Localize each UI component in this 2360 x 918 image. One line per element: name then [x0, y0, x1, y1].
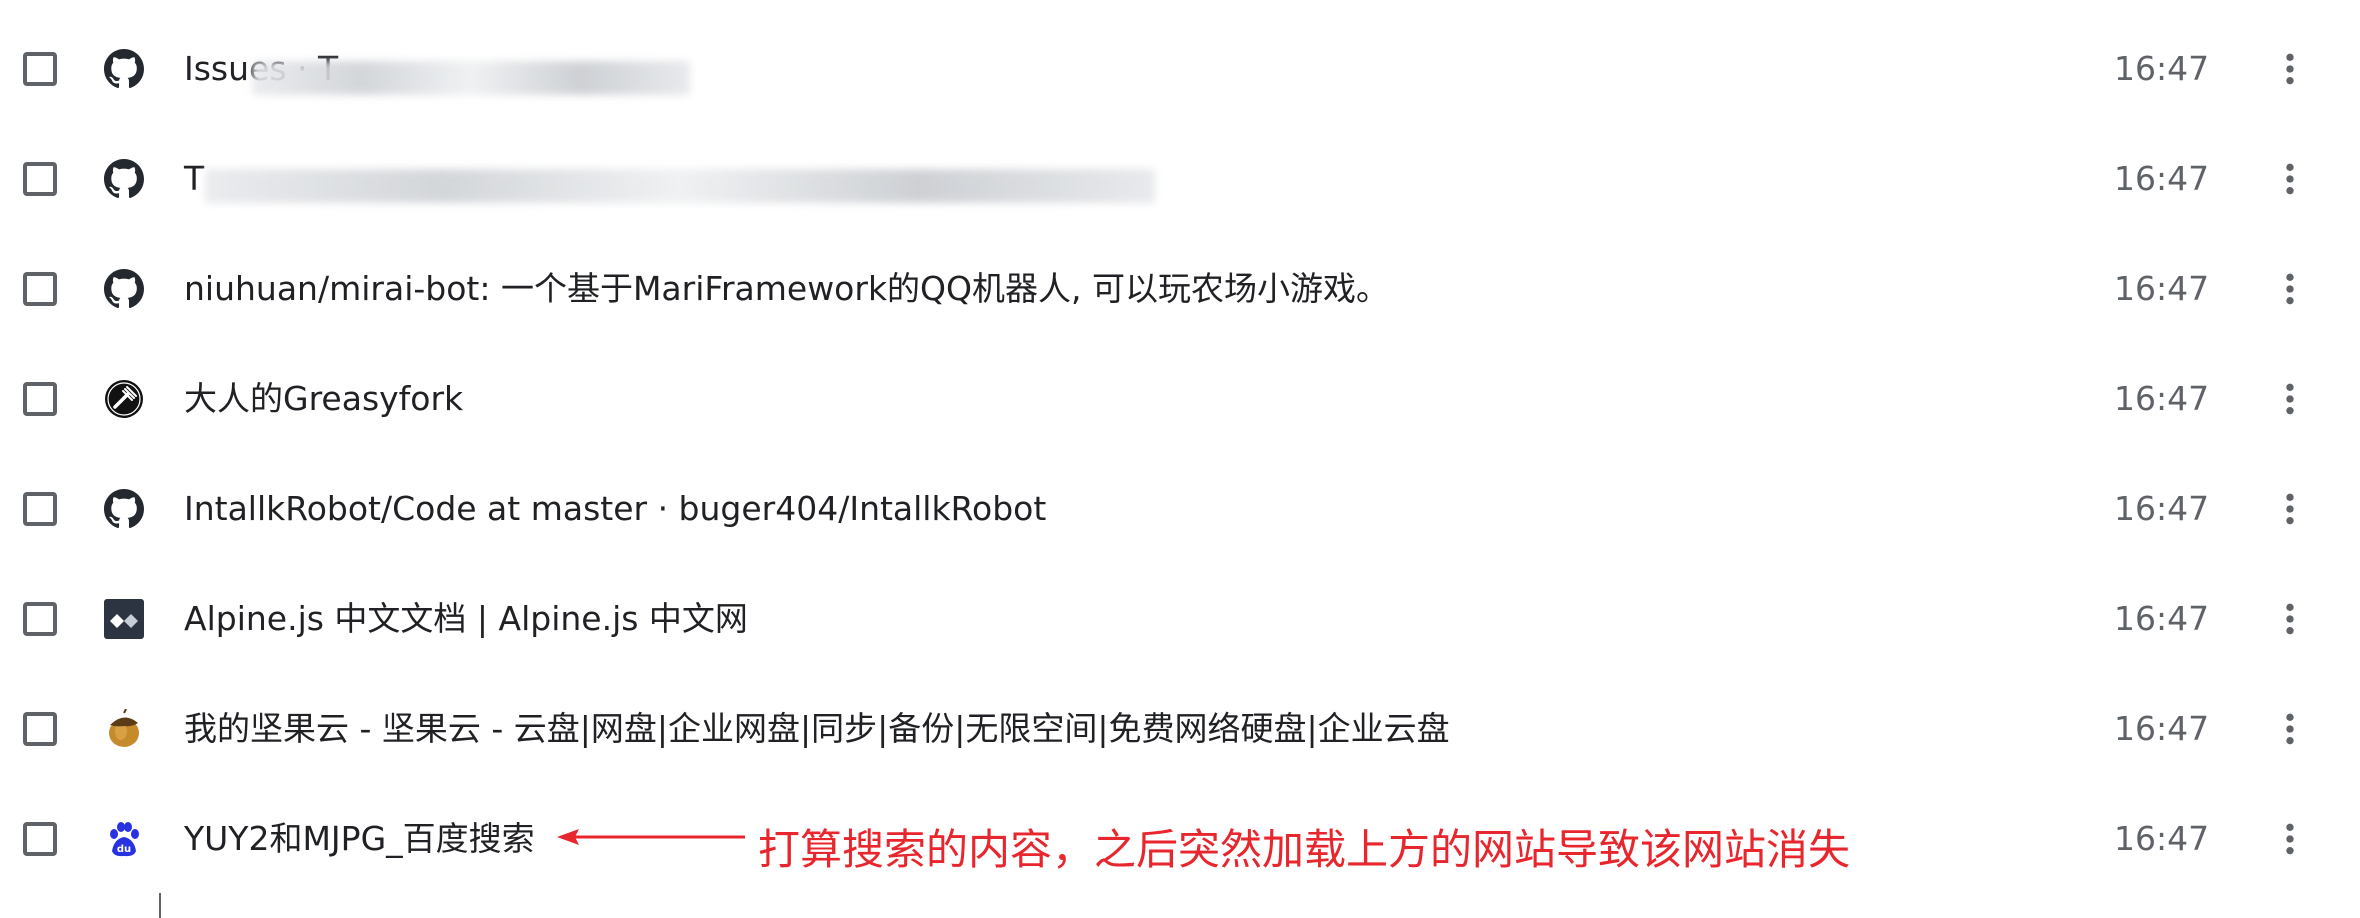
- history-item-title[interactable]: niuhuan/mirai-bot: 一个基于MariFramework的QQ机…: [184, 264, 1389, 314]
- select-checkbox[interactable]: [23, 272, 57, 306]
- history-item[interactable]: 大人的Greasyfork 16:47: [0, 346, 2360, 456]
- history-item-time: 16:47: [2114, 819, 2210, 858]
- history-item[interactable]: niuhuan/mirai-bot: 一个基于MariFramework的QQ机…: [0, 236, 2360, 346]
- history-item-title[interactable]: IntallkRobot/Code at master · buger404/I…: [184, 484, 1046, 534]
- select-checkbox[interactable]: [23, 712, 57, 746]
- jianguoyun-icon: [104, 709, 144, 749]
- select-checkbox[interactable]: [23, 492, 57, 526]
- history-item-time: 16:47: [2114, 599, 2210, 638]
- history-item-title[interactable]: Alpine.js 中文文档 | Alpine.js 中文网: [184, 594, 748, 644]
- history-item[interactable]: IntallkRobot/Code at master · buger404/I…: [0, 456, 2360, 566]
- more-actions-icon[interactable]: [2270, 709, 2310, 749]
- annotation-arrow: [557, 829, 745, 845]
- select-checkbox[interactable]: [23, 162, 57, 196]
- history-item[interactable]: Issues · T 16:47: [0, 16, 2360, 126]
- svg-text:du: du: [117, 844, 131, 855]
- greasyfork-icon: [104, 379, 144, 419]
- annotation-text: 打算搜索的内容，之后突然加载上方的网站导致该网站消失: [758, 825, 1851, 874]
- more-actions-icon[interactable]: [2270, 269, 2310, 309]
- history-item[interactable]: Alpine.js 中文文档 | Alpine.js 中文网 16:47: [0, 566, 2360, 676]
- select-checkbox[interactable]: [23, 602, 57, 636]
- alpinejs-icon: [104, 599, 144, 639]
- github-icon: [104, 269, 144, 309]
- history-item-time: 16:47: [2114, 269, 2210, 308]
- github-icon: [104, 159, 144, 199]
- more-actions-icon[interactable]: [2270, 49, 2310, 89]
- more-actions-icon[interactable]: [2270, 819, 2310, 859]
- history-item-time: 16:47: [2114, 709, 2210, 748]
- more-actions-icon[interactable]: [2270, 379, 2310, 419]
- history-item-title[interactable]: YUY2和MJPG_百度搜索: [184, 814, 535, 864]
- history-item-time: 16:47: [2114, 49, 2210, 88]
- redacted-text: [252, 61, 690, 95]
- history-item[interactable]: 我的坚果云 - 坚果云 - 云盘|网盘|企业网盘|同步|备份|无限空间|免费网络…: [0, 676, 2360, 786]
- redacted-text: [205, 169, 1155, 203]
- text-cursor: [159, 893, 161, 918]
- select-checkbox[interactable]: [23, 382, 57, 416]
- history-item-title[interactable]: 大人的Greasyfork: [184, 374, 463, 424]
- more-actions-icon[interactable]: [2270, 599, 2310, 639]
- history-item-title[interactable]: 我的坚果云 - 坚果云 - 云盘|网盘|企业网盘|同步|备份|无限空间|免费网络…: [184, 704, 1450, 754]
- history-item-time: 16:47: [2114, 159, 2210, 198]
- github-icon: [104, 49, 144, 89]
- baidu-icon: du: [104, 819, 144, 859]
- select-checkbox[interactable]: [23, 52, 57, 86]
- history-item[interactable]: T 16:47: [0, 126, 2360, 236]
- history-item-time: 16:47: [2114, 379, 2210, 418]
- history-item-title[interactable]: T: [184, 154, 204, 204]
- more-actions-icon[interactable]: [2270, 489, 2310, 529]
- more-actions-icon[interactable]: [2270, 159, 2310, 199]
- history-item-time: 16:47: [2114, 489, 2210, 528]
- select-checkbox[interactable]: [23, 822, 57, 856]
- github-icon: [104, 489, 144, 529]
